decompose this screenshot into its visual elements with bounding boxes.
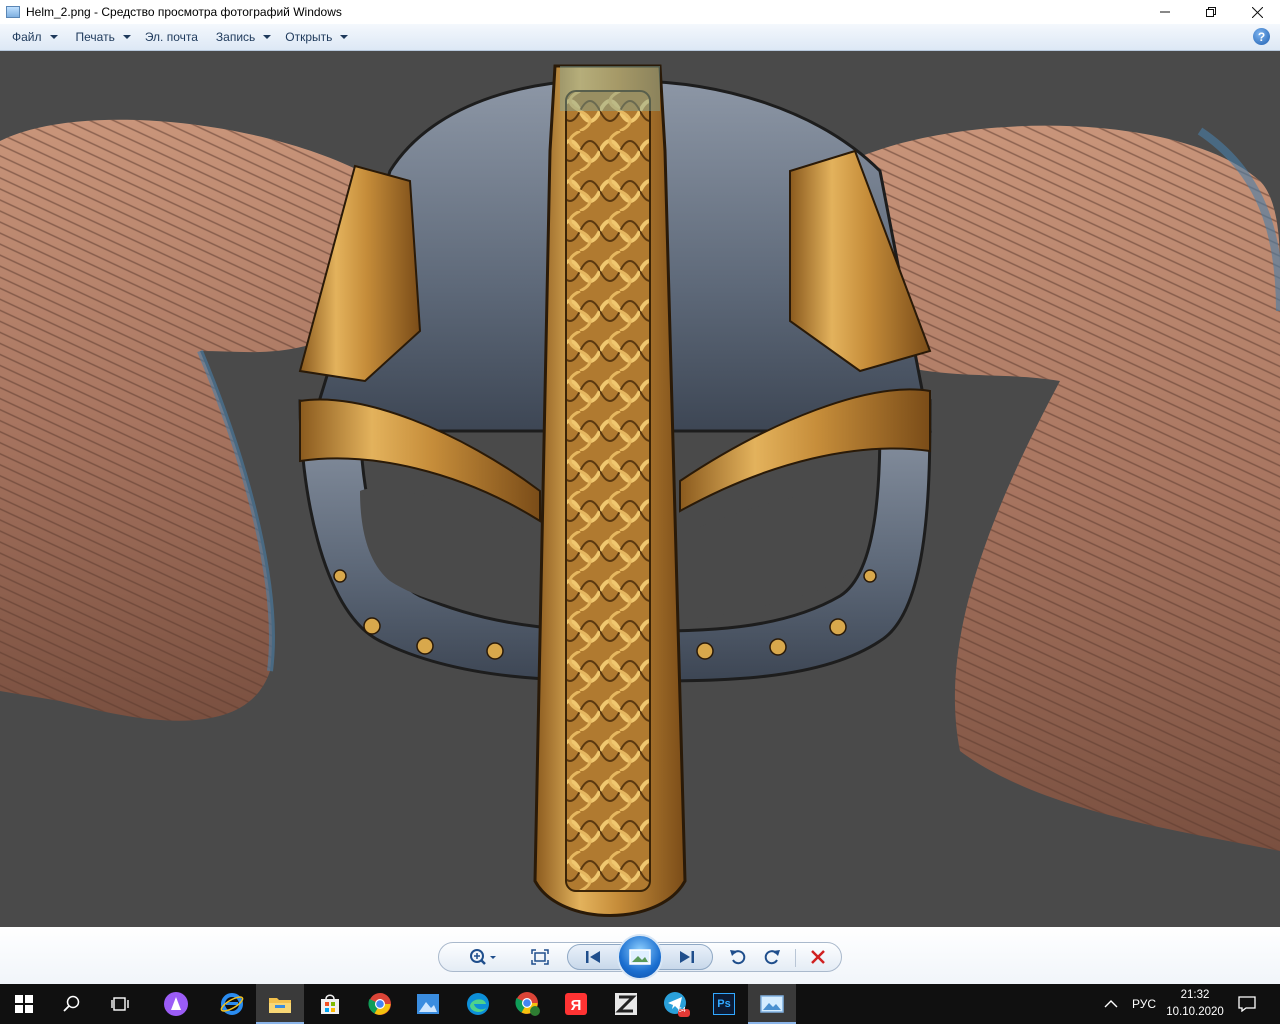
photo-viewer-app-icon [6, 6, 20, 18]
show-hidden-icons-button[interactable] [1104, 984, 1118, 1024]
viking-helmet-image [0, 64, 1280, 917]
menu-print-label: Печать [75, 30, 115, 44]
restore-button[interactable] [1188, 0, 1234, 24]
chevron-down-icon [263, 35, 272, 39]
menu-print[interactable]: Печать [70, 26, 137, 48]
clock[interactable]: 21:32 10.10.2020 [1160, 987, 1230, 1021]
previous-button[interactable] [575, 943, 611, 971]
controls-pill [438, 934, 842, 980]
search-button[interactable] [48, 984, 96, 1024]
minimize-button[interactable] [1142, 0, 1188, 24]
menu-burn[interactable]: Запись [210, 26, 277, 48]
controls-separator [795, 949, 796, 967]
search-icon [63, 995, 80, 1012]
delete-icon [811, 950, 825, 964]
store-button[interactable] [306, 984, 354, 1024]
task-view-button[interactable] [96, 984, 144, 1024]
fit-to-window-icon [531, 949, 549, 965]
menu-burn-label: Запись [215, 30, 256, 44]
internet-explorer-button[interactable] [208, 984, 256, 1024]
photo-viewer-button[interactable] [748, 984, 796, 1024]
menu-email-label: Эл. почта [144, 30, 198, 44]
notifications-icon [1238, 996, 1256, 1012]
alice-button[interactable] [152, 984, 200, 1024]
menu-file[interactable]: Файл [6, 26, 64, 48]
language-indicator[interactable]: РУС [1132, 984, 1156, 1024]
chrome-button[interactable] [356, 984, 404, 1024]
fit-to-window-button[interactable] [523, 943, 557, 971]
slideshow-button[interactable] [617, 934, 663, 980]
language-label: РУС [1132, 997, 1157, 1011]
photos-button[interactable] [404, 984, 452, 1024]
file-explorer-button[interactable] [256, 984, 304, 1024]
yandex-button[interactable]: Я [552, 984, 600, 1024]
zbrush-button[interactable] [602, 984, 650, 1024]
restore-icon [1206, 7, 1216, 17]
delete-button[interactable] [803, 943, 833, 971]
menu-file-label: Файл [12, 30, 42, 44]
chevron-down-icon [340, 35, 349, 39]
rotate-left-icon [730, 950, 746, 965]
next-button[interactable] [669, 943, 705, 971]
clock-date: 10.10.2020 [1166, 1006, 1224, 1018]
menu-email[interactable]: Эл. почта [139, 26, 204, 48]
clock-time: 21:32 [1180, 989, 1210, 1001]
close-button[interactable] [1234, 0, 1280, 24]
menu-open-label: Открыть [285, 30, 333, 44]
title-bar: Helm_2.png - Средство просмотра фотограф… [0, 0, 1280, 24]
taskbar: Я 64 Ps РУС 21:32 10.10.2020 [0, 984, 1280, 1024]
start-button[interactable] [0, 984, 48, 1024]
yandex-icon: Я [565, 993, 587, 1015]
menu-open[interactable]: Открыть [279, 26, 354, 48]
window-title: Helm_2.png - Средство просмотра фотограф… [26, 5, 342, 19]
photo-viewer-icon [760, 995, 784, 1013]
photos-icon [417, 994, 439, 1014]
chevron-down-icon [49, 35, 58, 39]
file-explorer-icon [269, 998, 291, 1013]
photoshop-label: Ps [717, 998, 731, 1010]
previous-icon [586, 951, 600, 963]
telegram-badge: 64 [678, 1007, 686, 1014]
svg-text:Я: Я [571, 997, 582, 1014]
alice-icon [164, 992, 188, 1016]
help-button[interactable]: ? [1253, 28, 1270, 45]
slideshow-icon [629, 949, 651, 965]
zoom-button[interactable] [463, 943, 503, 971]
rotate-right-button[interactable] [757, 943, 787, 971]
chevron-up-icon [1104, 1000, 1118, 1008]
edge-icon [467, 993, 489, 1015]
zoom-icon [470, 949, 496, 965]
photoshop-button[interactable]: Ps [700, 984, 748, 1024]
rotate-left-button[interactable] [723, 943, 753, 971]
rotate-right-icon [764, 950, 780, 965]
image-viewer[interactable] [0, 51, 1280, 927]
chrome-icon [368, 993, 391, 1015]
chrome-profile-icon [515, 992, 540, 1016]
telegram-button[interactable]: 64 [652, 984, 700, 1024]
viewer-controls-bar [0, 927, 1280, 984]
store-icon [321, 994, 339, 1014]
help-icon: ? [1257, 29, 1266, 44]
task-view-icon [111, 997, 129, 1011]
chevron-down-icon [122, 35, 131, 39]
start-icon [15, 995, 33, 1013]
close-icon [1251, 6, 1263, 18]
chrome-profile-button[interactable] [504, 984, 552, 1024]
next-icon [680, 951, 694, 963]
photoshop-icon: Ps [713, 993, 735, 1015]
window-controls [1142, 0, 1280, 24]
internet-explorer-icon [220, 993, 244, 1015]
menu-bar: Файл Печать Эл. почта Запись Открыть ? [0, 24, 1280, 51]
minimize-icon [1160, 11, 1170, 13]
edge-button[interactable] [454, 984, 502, 1024]
zbrush-icon [615, 993, 637, 1015]
action-center-button[interactable] [1238, 984, 1256, 1024]
